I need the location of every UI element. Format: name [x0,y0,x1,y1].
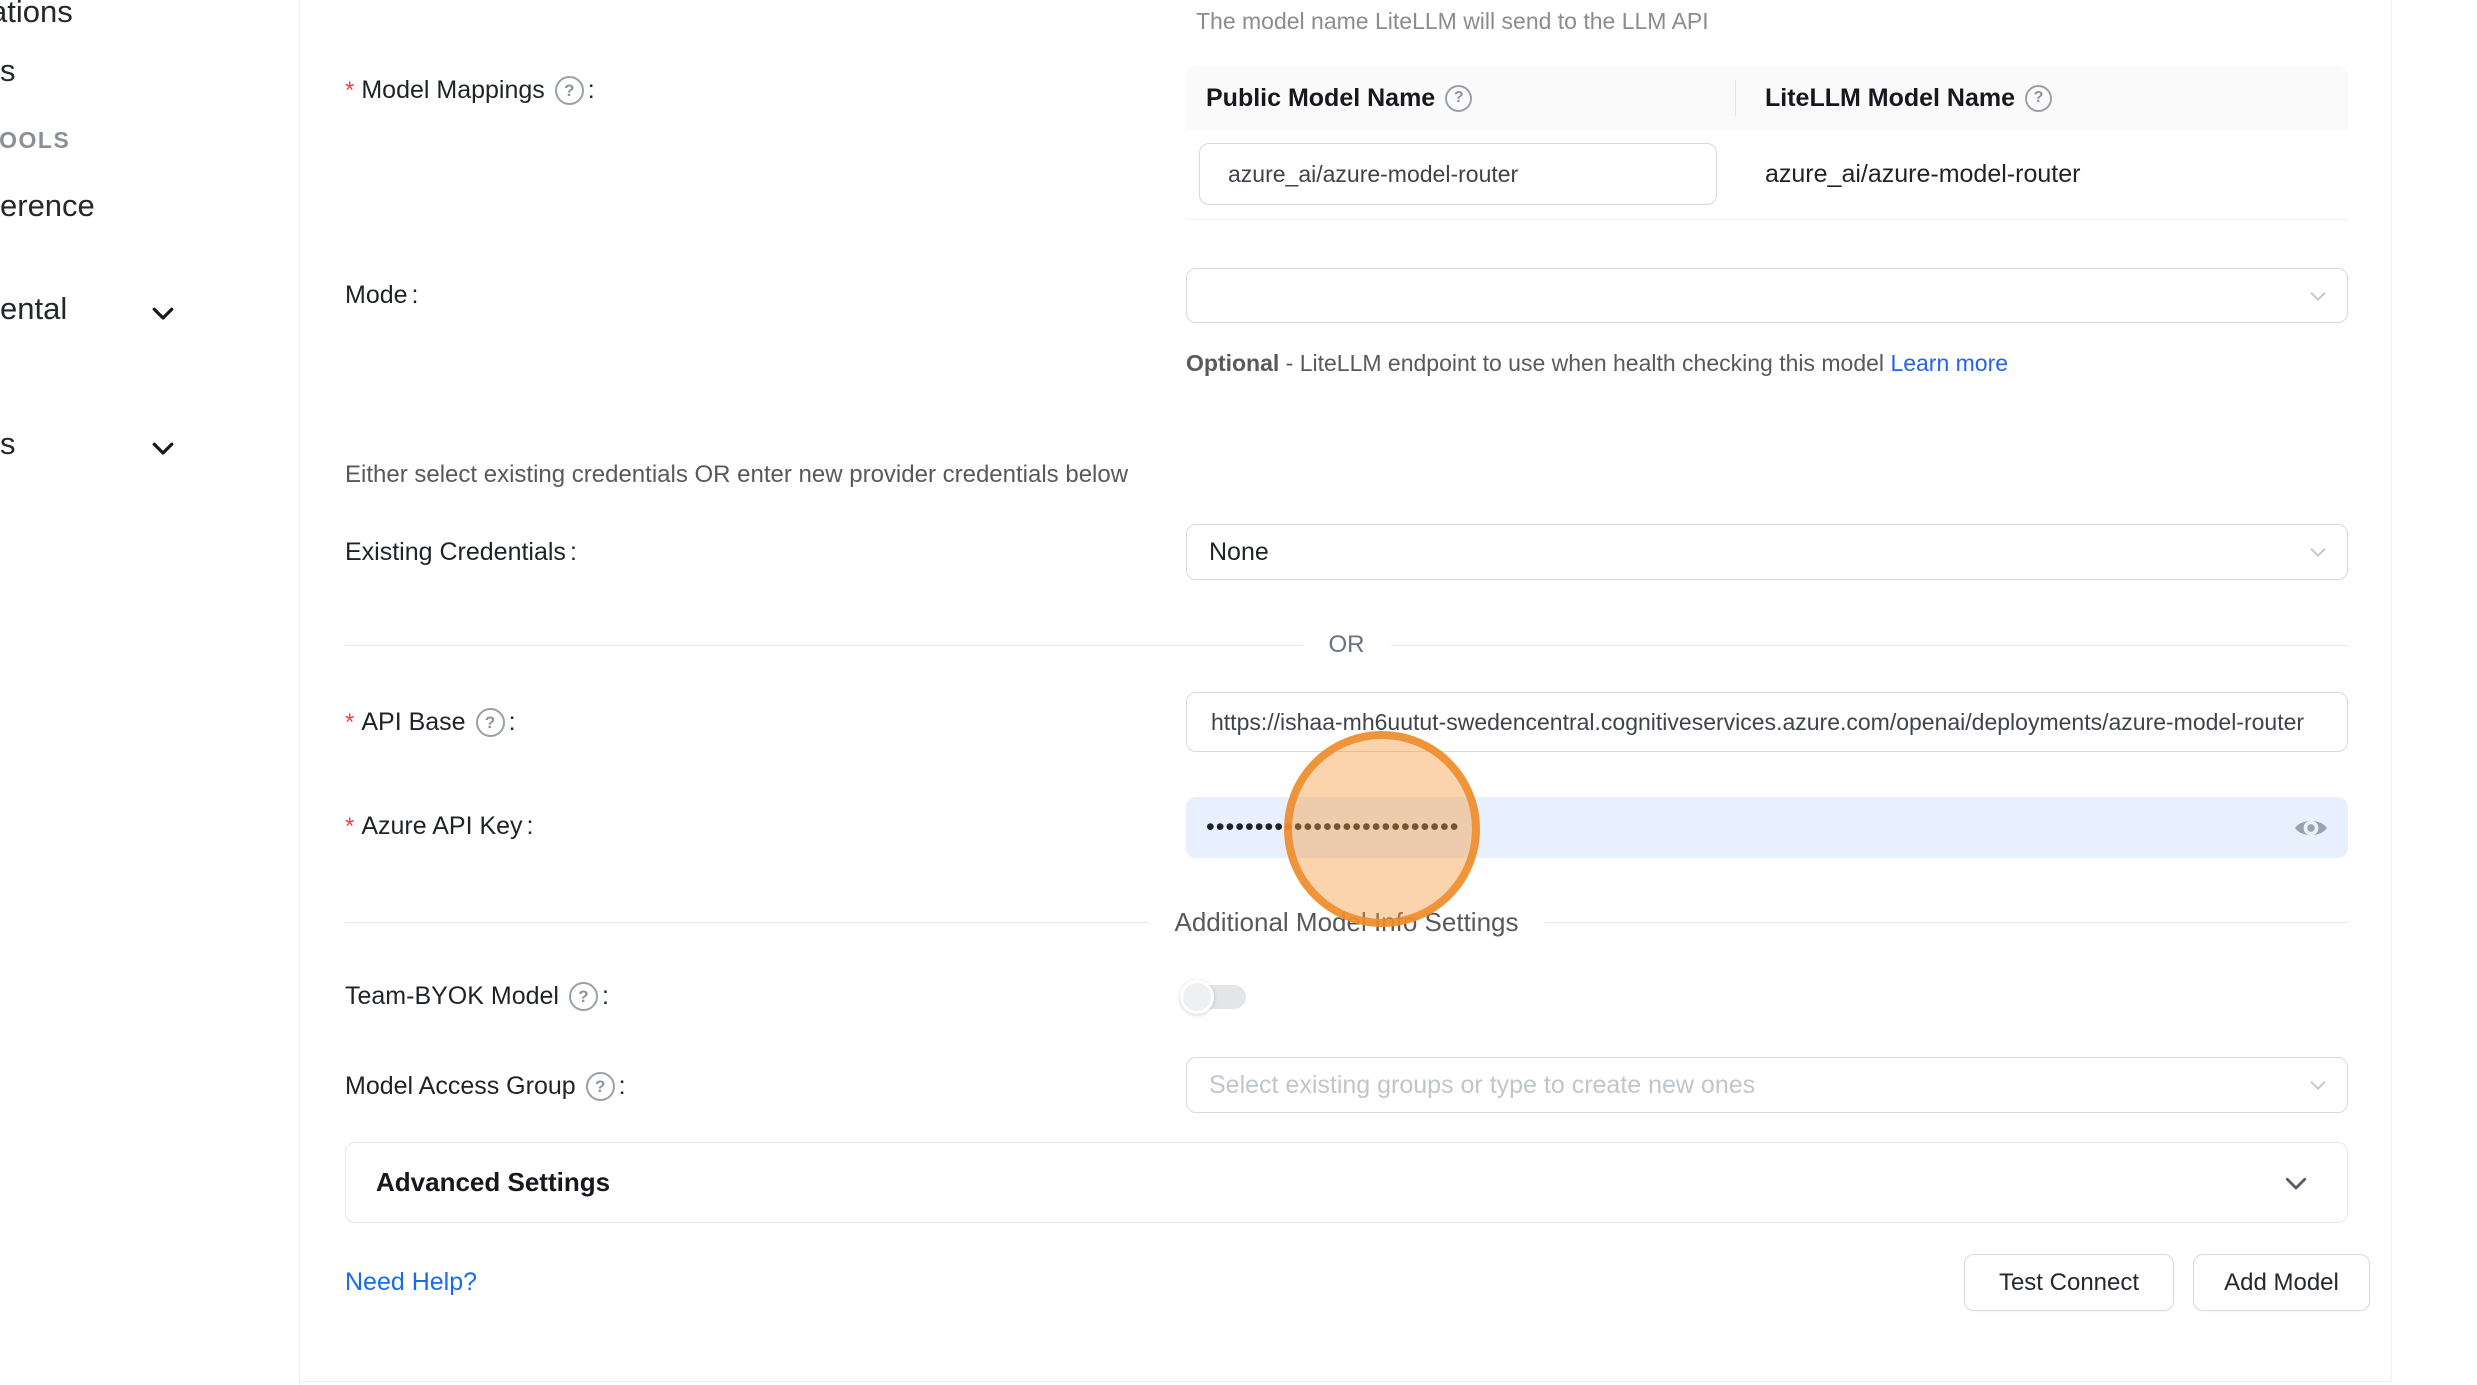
chevron-down-icon[interactable] [148,433,178,463]
learn-more-link[interactable]: Learn more [1890,350,2008,376]
label-colon: : [588,76,595,105]
label-colon: : [412,281,419,310]
model-access-group-label-text: Model Access Group [345,1072,576,1101]
divider-line [345,645,1303,646]
need-help-link[interactable]: Need Help? [345,1268,477,1297]
sidebar-item-ations[interactable]: ations [0,0,73,30]
sidebar-item-erence[interactable]: erence [0,188,95,224]
or-divider-text: OR [1303,631,1391,659]
chevron-down-icon [2307,1074,2329,1096]
model-mappings-table: Public Model Name ? LiteLLM Model Name ?… [1186,66,2348,220]
mode-label: Mode : [345,281,419,310]
help-icon[interactable]: ? [1445,85,1472,112]
divider-line [345,922,1149,923]
help-icon-glyph: ? [595,1077,605,1097]
help-icon[interactable]: ? [586,1072,615,1101]
public-model-name-header-text: Public Model Name [1206,84,1435,113]
help-icon-glyph: ? [485,713,495,733]
help-icon-glyph: ? [578,987,588,1007]
label-colon: : [602,982,609,1011]
required-asterisk: * [345,709,354,737]
api-base-label-text: API Base [361,708,465,737]
sidebar: ations s TOOLS erence ental s [0,0,300,1385]
help-icon-glyph: ? [564,81,574,101]
column-header-litellm-model-name: LiteLLM Model Name ? [1735,84,2348,113]
help-icon[interactable]: ? [569,982,598,1011]
credentials-note: Either select existing credentials OR en… [345,461,1128,489]
model-name-helper-text: The model name LiteLLM will send to the … [1196,8,1709,35]
api-base-label: * API Base ? : [345,708,516,737]
api-base-value: https://ishaa-mh6uutut-swedencentral.cog… [1211,709,2304,736]
label-colon: : [570,538,577,567]
chevron-down-icon [2281,1168,2311,1198]
label-colon: : [509,708,516,737]
mode-helper-body: - LiteLLM endpoint to use when health ch… [1279,350,1890,376]
additional-settings-divider: Additional Model Info Settings [345,908,2348,936]
required-asterisk: * [345,813,354,841]
team-byok-toggle[interactable] [1180,980,1248,1014]
team-byok-label-text: Team-BYOK Model [345,982,559,1011]
public-model-name-input[interactable]: azure_ai/azure-model-router [1199,143,1717,205]
sidebar-item-s1[interactable]: s [0,53,16,89]
mode-helper-bold: Optional [1186,350,1279,376]
model-mappings-label: * Model Mappings ? : [345,76,595,105]
existing-credentials-select[interactable]: None [1186,524,2348,580]
mode-helper-text: Optional - LiteLLM endpoint to use when … [1186,343,2016,383]
column-divider [1735,80,1736,116]
label-colon: : [527,812,534,841]
help-icon-glyph: ? [1454,89,1464,107]
column-header-public-model-name: Public Model Name ? [1186,84,1735,113]
label-colon: : [619,1072,626,1101]
model-access-group-select[interactable]: Select existing groups or type to create… [1186,1057,2348,1113]
test-connect-button[interactable]: Test Connect [1964,1254,2174,1311]
divider-line [1391,645,2349,646]
advanced-settings-panel[interactable]: Advanced Settings [345,1142,2348,1223]
help-icon[interactable]: ? [476,708,505,737]
azure-api-key-input[interactable]: •••••••••••••••••••••••••• [1186,797,2348,858]
team-byok-label: Team-BYOK Model ? : [345,982,609,1011]
api-base-input[interactable]: https://ishaa-mh6uutut-swedencentral.cog… [1186,692,2348,752]
mode-label-text: Mode [345,281,408,310]
sidebar-item-s2[interactable]: s [0,426,16,462]
mode-select[interactable] [1186,268,2348,323]
sidebar-section-tools: TOOLS [0,127,70,154]
help-icon-glyph: ? [2034,89,2044,107]
model-access-group-label: Model Access Group ? : [345,1072,626,1101]
model-access-group-placeholder: Select existing groups or type to create… [1209,1071,1755,1100]
advanced-settings-label: Advanced Settings [376,1167,2281,1198]
litellm-model-name-value: azure_ai/azure-model-router [1765,143,2080,205]
azure-api-key-masked-value: •••••••••••••••••••••••••• [1206,813,1460,842]
divider-line [1545,922,2349,923]
model-mappings-label-text: Model Mappings [361,76,544,105]
add-model-button[interactable]: Add Model [2193,1254,2370,1311]
or-divider: OR [345,631,2348,659]
sidebar-item-ental[interactable]: ental [0,291,67,327]
existing-credentials-label-text: Existing Credentials [345,538,566,567]
model-mappings-table-header: Public Model Name ? LiteLLM Model Name ? [1186,66,2348,130]
help-icon[interactable]: ? [555,76,584,105]
azure-api-key-label-text: Azure API Key [361,812,522,841]
add-model-page: ations s TOOLS erence ental s The model … [0,0,2477,1385]
help-icon[interactable]: ? [2025,85,2052,112]
chevron-down-icon [2307,541,2329,563]
toggle-knob [1180,980,1214,1014]
azure-api-key-label: * Azure API Key : [345,812,534,841]
existing-credentials-value: None [1209,538,1269,567]
chevron-down-icon[interactable] [148,298,178,328]
eye-icon[interactable] [2294,815,2328,841]
litellm-model-name-header-text: LiteLLM Model Name [1765,84,2015,113]
existing-credentials-label: Existing Credentials : [345,538,577,567]
chevron-down-icon [2307,285,2329,307]
additional-settings-divider-text: Additional Model Info Settings [1149,907,1545,938]
required-asterisk: * [345,77,354,105]
